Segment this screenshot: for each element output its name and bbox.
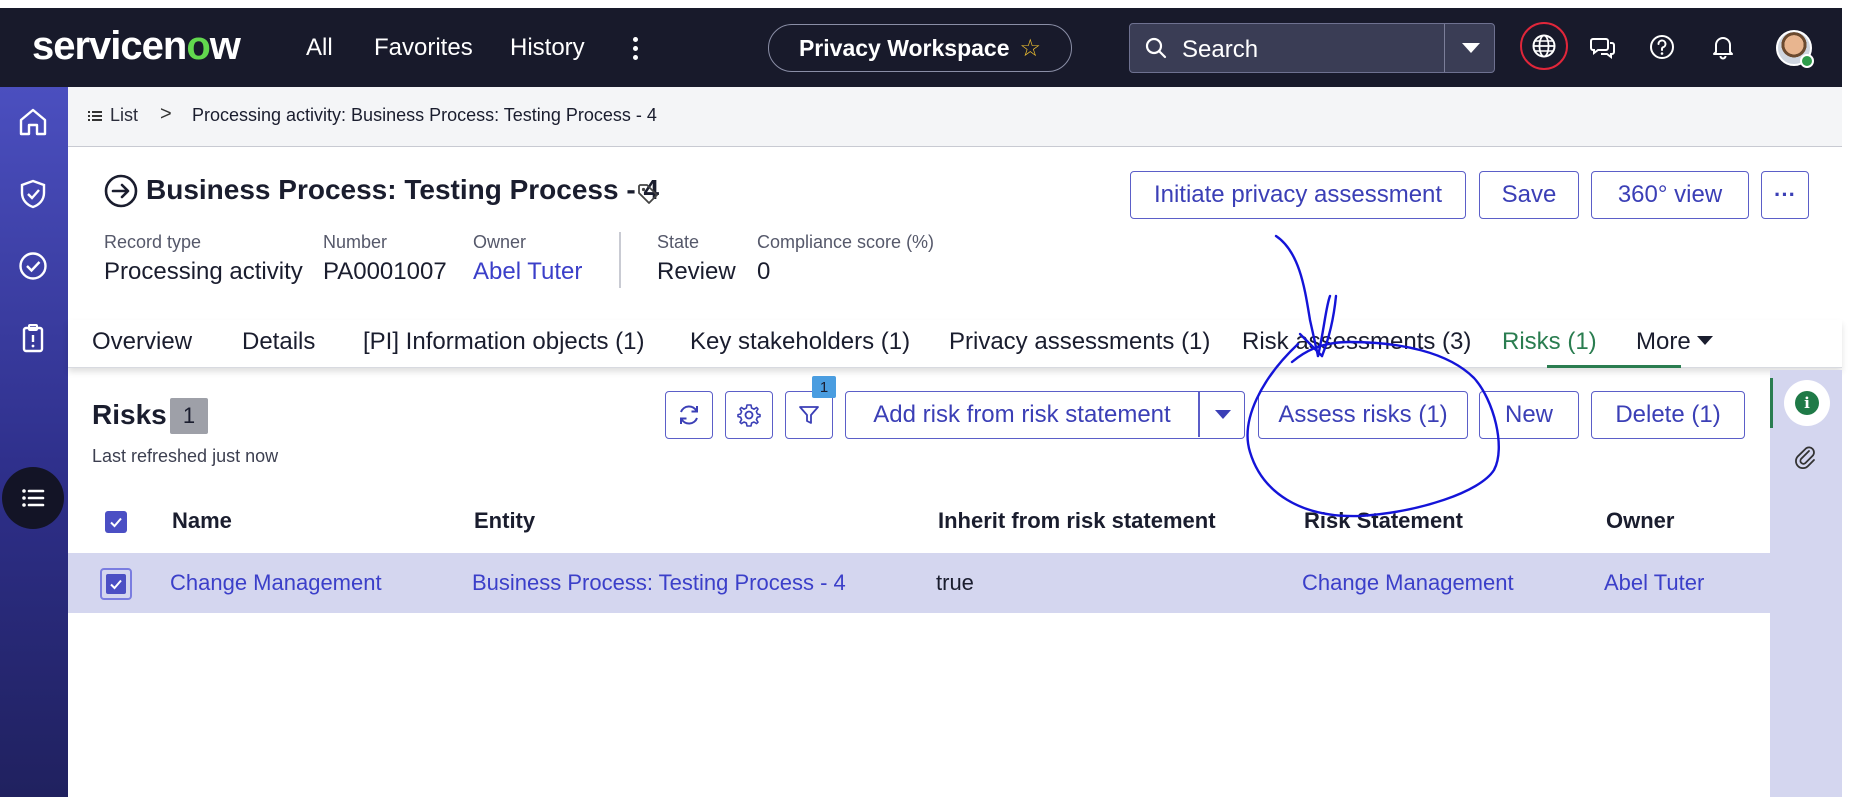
number-value: PA0001007 [323,258,447,285]
clipboard-icon[interactable] [14,319,52,357]
list-lines-icon [88,110,102,121]
row-inherit-value: true [936,570,974,595]
row-name-link[interactable]: Change Management [170,570,382,596]
globe-icon [1532,34,1556,58]
nav-history[interactable]: History [510,32,585,64]
column-header-risk-statement[interactable]: Risk Statement [1304,508,1463,534]
more-menu-icon[interactable] [628,34,642,64]
refresh-button[interactable] [665,391,713,439]
row-risk-statement-link[interactable]: Change Management [1302,570,1514,596]
active-tab-indicator [1547,365,1681,368]
tab-key-stakeholders[interactable]: Key stakeholders (1) [690,328,910,356]
row-checkbox[interactable] [100,568,132,600]
compliance-score-value: 0 [757,258,771,285]
info-button[interactable]: i [1784,380,1830,426]
breadcrumb-current: Processing activity: Business Process: T… [192,105,657,125]
tab-overview[interactable]: Overview [92,328,192,356]
chevron-down-icon [1696,336,1713,345]
search-divider [1444,24,1445,72]
row-entity-link[interactable]: Business Process: Testing Process - 4 [472,570,846,596]
record-tabs: Overview Details [PI] Information object… [68,320,1842,368]
record-type-label: Record type [104,232,202,252]
filter-button[interactable] [785,391,833,439]
tab-details[interactable]: Details [242,328,315,356]
related-list-title: Risks [92,399,167,430]
global-search[interactable]: Search [1129,23,1495,73]
tab-more[interactable]: More [1636,328,1713,356]
processing-activity-icon [104,174,138,208]
assess-risks-button[interactable]: Assess risks (1) [1258,391,1468,439]
refresh-icon [680,405,698,425]
tab-risk-assessments[interactable]: Risk assessments (3) [1242,328,1471,356]
servicenow-logo[interactable]: servicenow [32,24,241,68]
column-header-name[interactable]: Name [172,508,232,534]
search-placeholder[interactable]: Search [1182,36,1258,64]
add-risk-from-statement-button[interactable]: Add risk from risk statement [846,392,1198,437]
home-icon[interactable] [14,103,52,141]
tab-information-objects[interactable]: [PI] Information objects (1) [363,328,644,356]
left-navigation-rail [0,87,68,797]
breadcrumb-list-link[interactable]: List [88,105,138,126]
search-scope-dropdown-icon[interactable] [1462,43,1480,53]
tab-risks[interactable]: Risks (1) [1502,328,1597,356]
search-icon [1145,37,1167,59]
gear-icon [737,404,761,427]
user-avatar[interactable] [1776,30,1814,68]
last-refreshed-text: Last refreshed just now [92,446,279,466]
paperclip-icon[interactable] [1794,444,1816,470]
add-risk-split-button[interactable]: Add risk from risk statement [845,391,1245,439]
checkmark-icon [110,579,122,590]
tag-icon[interactable] [636,182,660,206]
checkmark-icon [110,517,122,528]
more-actions-button[interactable]: ··· [1761,171,1809,219]
related-list-count-badge: 1 [170,398,208,434]
list-icon[interactable] [2,467,64,529]
star-icon[interactable]: ☆ [1020,34,1042,63]
new-button[interactable]: New [1479,391,1579,439]
top-navigation-bar: servicenow All Favorites History Privacy… [0,8,1842,87]
save-button[interactable]: Save [1479,171,1579,219]
help-icon[interactable] [1645,30,1679,64]
compliance-score-label: Compliance score (%) [757,232,935,252]
nav-all[interactable]: All [306,32,333,64]
online-status-dot [1800,54,1814,68]
workspace-name: Privacy Workspace [798,34,1010,61]
bell-icon[interactable] [1706,30,1740,64]
side-panel-active-indicator [1770,378,1773,428]
owner-label: Owner [473,232,527,252]
language-selector[interactable] [1520,22,1568,70]
view-360-button[interactable]: 360° view [1591,171,1749,219]
split-divider [1198,392,1200,437]
shield-icon[interactable] [14,175,52,213]
tab-more-label: More [1636,328,1691,355]
workspace-selector[interactable]: Privacy Workspace ☆ [768,24,1072,72]
info-icon: i [1795,391,1819,415]
check-circle-icon[interactable] [14,247,52,285]
number-label: Number [323,232,388,252]
initiate-privacy-assessment-button[interactable]: Initiate privacy assessment [1130,171,1466,219]
delete-button[interactable]: Delete (1) [1591,391,1745,439]
record-type-value: Processing activity [104,258,303,285]
filter-icon [799,406,819,424]
filter-count-badge: 1 [812,376,836,398]
chat-icon[interactable] [1586,30,1620,64]
tab-privacy-assessments[interactable]: Privacy assessments (1) [949,328,1210,356]
state-value: Review [657,258,736,285]
nav-favorites[interactable]: Favorites [374,32,473,64]
column-header-inherit[interactable]: Inherit from risk statement [938,508,1216,534]
state-label: State [657,232,700,252]
meta-divider [619,232,621,288]
column-header-entity[interactable]: Entity [474,508,535,534]
list-settings-button[interactable] [725,391,773,439]
record-title: Business Process: Testing Process - 4 [146,174,660,205]
contextual-side-panel: i [1770,370,1842,797]
breadcrumb: List > Processing activity: Business Pro… [68,87,1842,147]
chevron-down-icon[interactable] [1215,410,1231,419]
owner-link[interactable]: Abel Tuter [473,258,582,286]
breadcrumb-list-label[interactable]: List [110,105,138,126]
select-all-checkbox[interactable] [105,511,127,533]
row-owner-link[interactable]: Abel Tuter [1604,570,1704,596]
breadcrumb-separator: > [160,103,172,125]
column-header-owner[interactable]: Owner [1606,508,1674,534]
